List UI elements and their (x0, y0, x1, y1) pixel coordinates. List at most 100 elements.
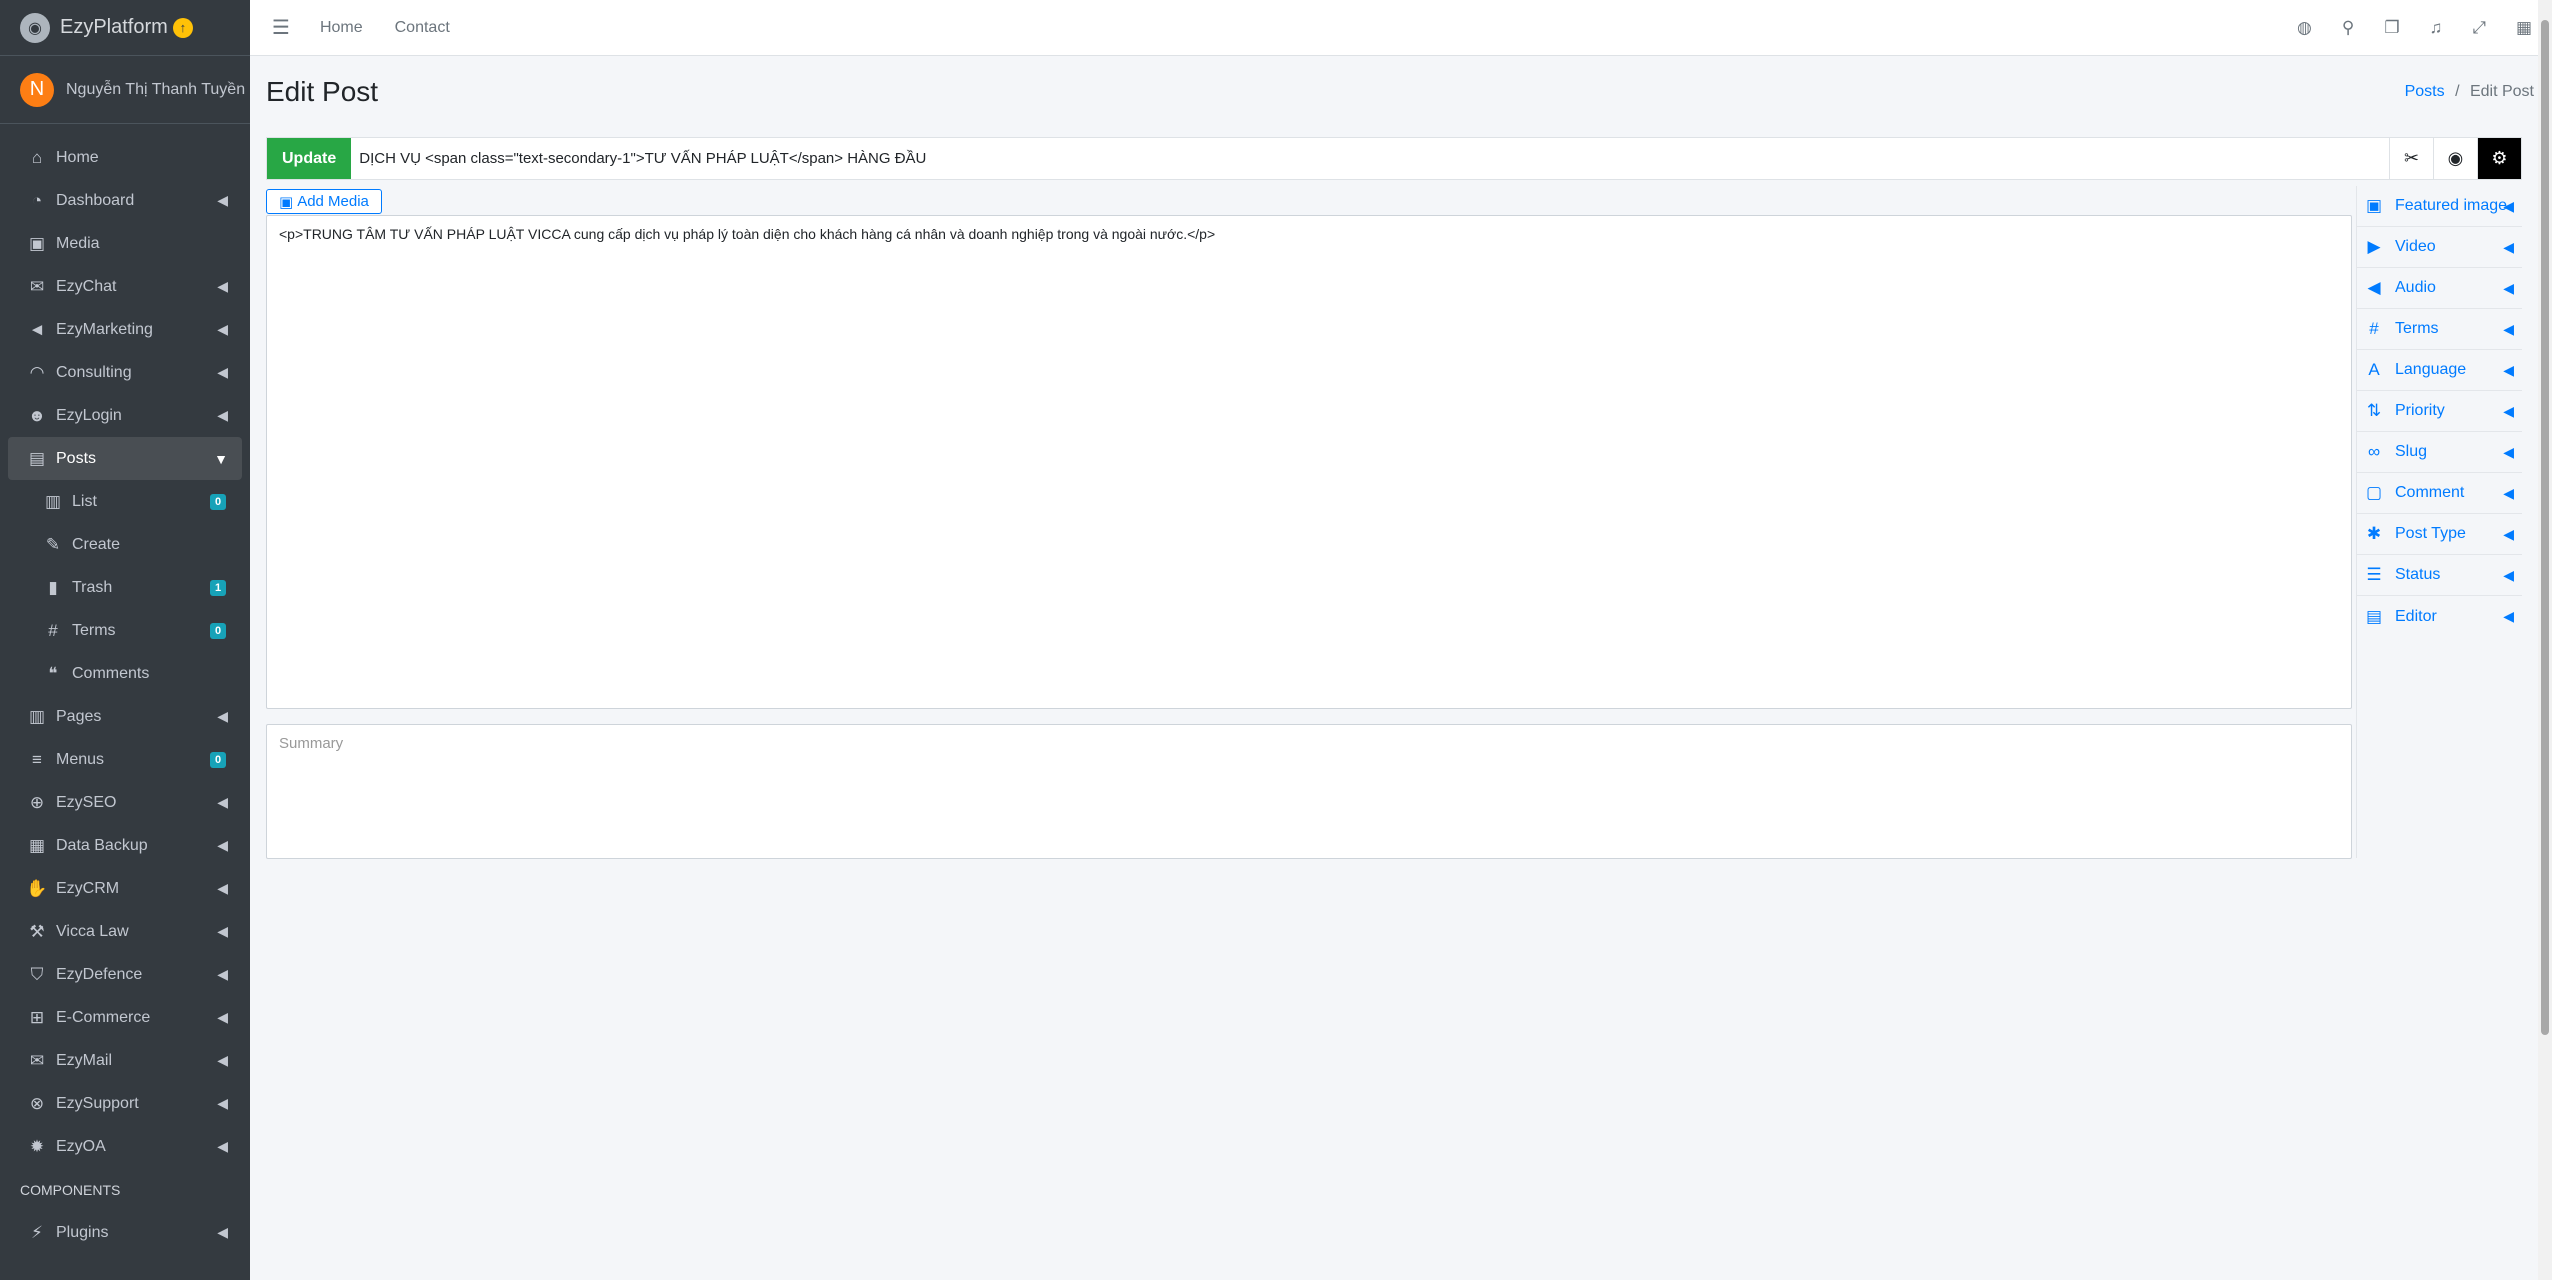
panel-item-priority[interactable]: ⇅ Priority ◀ (2357, 391, 2522, 432)
image-icon: ▣ (2365, 196, 2383, 215)
sidebar-item-pages[interactable]: ▥ Pages ◀ (0, 695, 250, 738)
sidebar-item-ezychat[interactable]: ✉ EzyChat ◀ (0, 265, 250, 308)
sidebar-item-ezycrm[interactable]: ✋ EzyCRM ◀ (0, 867, 250, 910)
panel-item-terms[interactable]: # Terms ◀ (2357, 309, 2522, 350)
sidebar-item-list[interactable]: ▥ List 0 (0, 480, 250, 523)
scrollbar-thumb[interactable] (2541, 20, 2549, 1035)
sidebar-item-label: EzyChat (56, 277, 117, 295)
sidebar-item-ezyseo[interactable]: ⊕ EzySEO ◀ (0, 781, 250, 824)
sidebar-item-trash[interactable]: ▮ Trash 1 (0, 566, 250, 609)
chevron-left-icon: ◀ (2503, 566, 2514, 583)
sidebar-item-label: Menus (56, 750, 105, 768)
sort-icon: ⇅ (2366, 401, 2382, 420)
chevron-left-icon: ◀ (2503, 238, 2514, 255)
sidebar-item-ezydefence[interactable]: ⛉ EzyDefence ◀ (0, 953, 250, 996)
panel-item-status[interactable]: ☰ Status ◀ (2357, 555, 2522, 596)
server-icon: ☰ (2366, 565, 2382, 584)
chevron-left-icon: ◀ (2503, 443, 2514, 460)
top-nav-actions: ◍ ⚲ ❐ ♫ ⤢ ▦ (2267, 18, 2532, 38)
sidebar-item-ezylogin[interactable]: ☻ EzyLogin ◀ (0, 394, 250, 437)
lifebuoy-icon: ⊗ (29, 1093, 45, 1113)
search-icon[interactable]: ⚲ (2342, 18, 2354, 38)
fullscreen-icon[interactable]: ⤢ (2472, 18, 2486, 38)
sidebar-item-label: Comments (72, 664, 150, 682)
sidebar-item-label: EzyCRM (56, 879, 120, 897)
sidebar-item-terms[interactable]: # Terms 0 (0, 609, 250, 652)
grid-icon[interactable]: ▦ (2516, 18, 2532, 38)
panel-item-audio[interactable]: ◀ Audio ◀ (2357, 268, 2522, 309)
update-button[interactable]: Update (267, 138, 352, 179)
sidebar-item-comments[interactable]: ❝ Comments (0, 652, 250, 695)
post-options-panel: ▣ Featured image ◀ ▶ Video ◀ ◀ Audio ◀ #… (2356, 186, 2522, 858)
menu-icon: ≡ (32, 749, 42, 769)
avatar: N (20, 72, 54, 107)
photo-video-icon: ▣ (279, 193, 294, 211)
panel-item-comment[interactable]: ▢ Comment ◀ (2357, 473, 2522, 514)
sidebar-item-menus[interactable]: ≡ Menus 0 (0, 738, 250, 781)
sidebar-item-create[interactable]: ✎ Create (0, 523, 250, 566)
gear-icon[interactable]: ⚙ (2477, 138, 2521, 179)
brand[interactable]: ◉ EzyPlatform ↑ (0, 0, 250, 56)
sidebar-item-dashboard[interactable]: ◔ Dashboard ◀ (0, 179, 250, 222)
sidebar-item-media[interactable]: ▣ Media (0, 222, 250, 265)
comments-icon[interactable]: ❐ (2384, 18, 2399, 38)
asterisk-icon: ✱ (2366, 524, 2382, 543)
basket-icon: ⊞ (29, 1007, 45, 1027)
hashtag-icon: # (2369, 319, 2379, 338)
sidebar-item-label: EzySupport (56, 1094, 139, 1112)
add-media-button[interactable]: ▣ Add Media (266, 189, 382, 214)
search-plus-icon: ⊕ (29, 792, 45, 812)
top-nav-home-link[interactable]: Home (320, 19, 363, 37)
top-nav-contact-link[interactable]: Contact (395, 19, 450, 37)
panel-item-editor[interactable]: ▤ Editor ◀ (2357, 596, 2522, 637)
panel-item-video[interactable]: ▶ Video ◀ (2357, 227, 2522, 268)
sidebar-item-data-backup[interactable]: ▦ Data Backup ◀ (0, 824, 250, 867)
globe-icon[interactable]: ◍ (2297, 18, 2312, 38)
post-content-textarea[interactable]: <p>TRUNG TÂM TƯ VẤN PHÁP LUẬT VICCA cung… (266, 215, 2352, 709)
chevron-left-icon: ◀ (217, 837, 228, 853)
sidebar-item-ezysupport[interactable]: ⊗ EzySupport ◀ (0, 1082, 250, 1125)
sidebar-item-ezymarketing[interactable]: ◄ EzyMarketing ◀ (0, 308, 250, 351)
arrow-up-circle-icon[interactable]: ↑ (172, 17, 193, 38)
post-title-input[interactable]: DỊCH VỤ <span class="text-secondary-1">T… (351, 138, 2389, 179)
sidebar-item-vicca-law[interactable]: ⚒ Vicca Law ◀ (0, 910, 250, 953)
summary-textarea[interactable]: Summary (266, 724, 2352, 859)
hamburger-menu-icon[interactable]: ☰ (272, 15, 290, 40)
breadcrumb-separator: / (2455, 83, 2460, 100)
chevron-left-icon: ◀ (2503, 279, 2514, 296)
sidebar-item-label: EzyOA (56, 1137, 106, 1155)
link-icon: ∞ (2367, 442, 2381, 461)
page-scrollbar[interactable] (2538, 0, 2552, 1280)
sidebar-item-e-commerce[interactable]: ⊞ E-Commerce ◀ (0, 996, 250, 1039)
panel-item-featured-image[interactable]: ▣ Featured image ◀ (2357, 186, 2522, 227)
comments-icon: ❝ (48, 663, 58, 683)
sidebar-item-label: Consulting (56, 363, 132, 381)
panel-item-label: Priority (2395, 402, 2445, 419)
posts-icon: ▤ (28, 448, 46, 468)
handshake-icon: ✋ (26, 878, 48, 898)
sidebar-item-ezyoa[interactable]: ✹ EzyOA ◀ (0, 1125, 250, 1168)
sidebar-item-home[interactable]: ⌂ Home (0, 136, 250, 179)
breadcrumb-posts-link[interactable]: Posts (2405, 83, 2445, 100)
image-icon: ▣ (28, 233, 46, 253)
sidebar-item-label: Vicca Law (56, 922, 129, 940)
sidebar-item-plugins[interactable]: ⚡ Plugins ◀ (0, 1211, 250, 1254)
gavel-icon: ⚒ (29, 921, 45, 941)
panel-item-slug[interactable]: ∞ Slug ◀ (2357, 432, 2522, 473)
sidebar-item-label: Pages (56, 707, 102, 725)
eye-icon[interactable]: ◉ (2433, 138, 2477, 179)
sidebar-item-consulting[interactable]: ◠ Consulting ◀ (0, 351, 250, 394)
panel-item-language[interactable]: A Language ◀ (2357, 350, 2522, 391)
sidebar-item-ezymail[interactable]: ✉ EzyMail ◀ (0, 1039, 250, 1082)
sidebar: ◉ EzyPlatform ↑ N Nguyễn Thị Thanh Tuyền… (0, 0, 250, 1280)
edit-icon: ✎ (45, 534, 61, 554)
chevron-left-icon: ◀ (217, 1009, 228, 1025)
hashtag-icon: # (48, 620, 58, 640)
chevron-left-icon: ◀ (2503, 608, 2514, 624)
panel-item-post-type[interactable]: ✱ Post Type ◀ (2357, 514, 2522, 555)
user-panel[interactable]: N Nguyễn Thị Thanh Tuyền (0, 56, 250, 124)
panel-item-label: Status (2395, 566, 2441, 583)
sidebar-item-posts[interactable]: ▤ Posts ▼ (8, 437, 242, 480)
bell-icon[interactable]: ♫ (2430, 18, 2443, 38)
unlink-icon[interactable]: ✂ (2389, 138, 2433, 179)
